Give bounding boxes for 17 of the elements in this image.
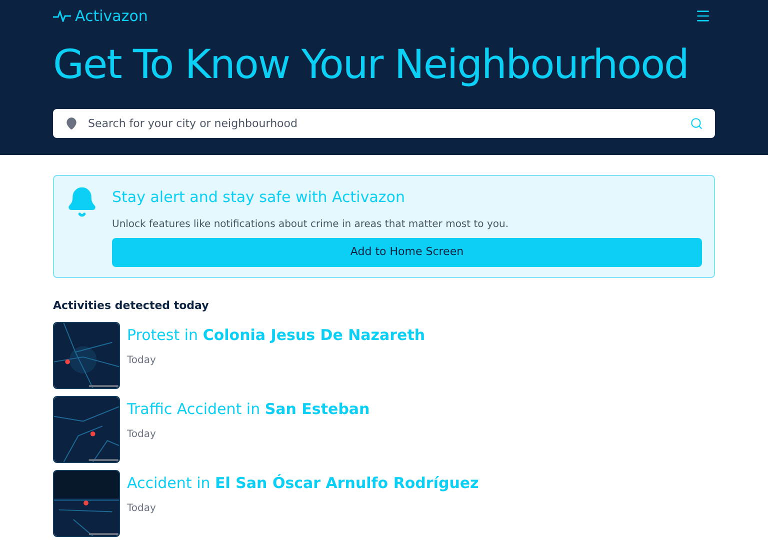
activity-title[interactable]: Protest in Colonia Jesus De Nazareth — [127, 324, 426, 346]
logo-text[interactable]: Activazon — [75, 4, 148, 28]
alert-text: Unlock features like notifications about crime in areas that matter most to you. — [112, 218, 510, 232]
section-heading: Activities detected today — [53, 298, 210, 314]
alert-title: Stay alert and stay safe with Activazon — [112, 187, 406, 208]
location-pin-icon — [65, 117, 78, 130]
activity-time: Today — [127, 502, 157, 516]
bell-icon — [66, 186, 98, 218]
search-field[interactable]: Search for your city or neighbourhood — [53, 109, 715, 138]
activity-title[interactable]: Accident in El San Óscar Arnulfo Rodríguez — [127, 472, 479, 494]
pulse-icon — [53, 10, 71, 22]
add-to-home-screen-button[interactable]: Add to Home Screen — [112, 238, 702, 266]
activity-time: Today — [127, 428, 157, 442]
menu-icon[interactable] — [695, 8, 711, 24]
activity-time: Today — [127, 354, 157, 368]
page-title: Get To Know Your Neighbourhood — [53, 41, 690, 90]
activity-title[interactable]: Traffic Accident in San Esteban — [127, 398, 370, 420]
